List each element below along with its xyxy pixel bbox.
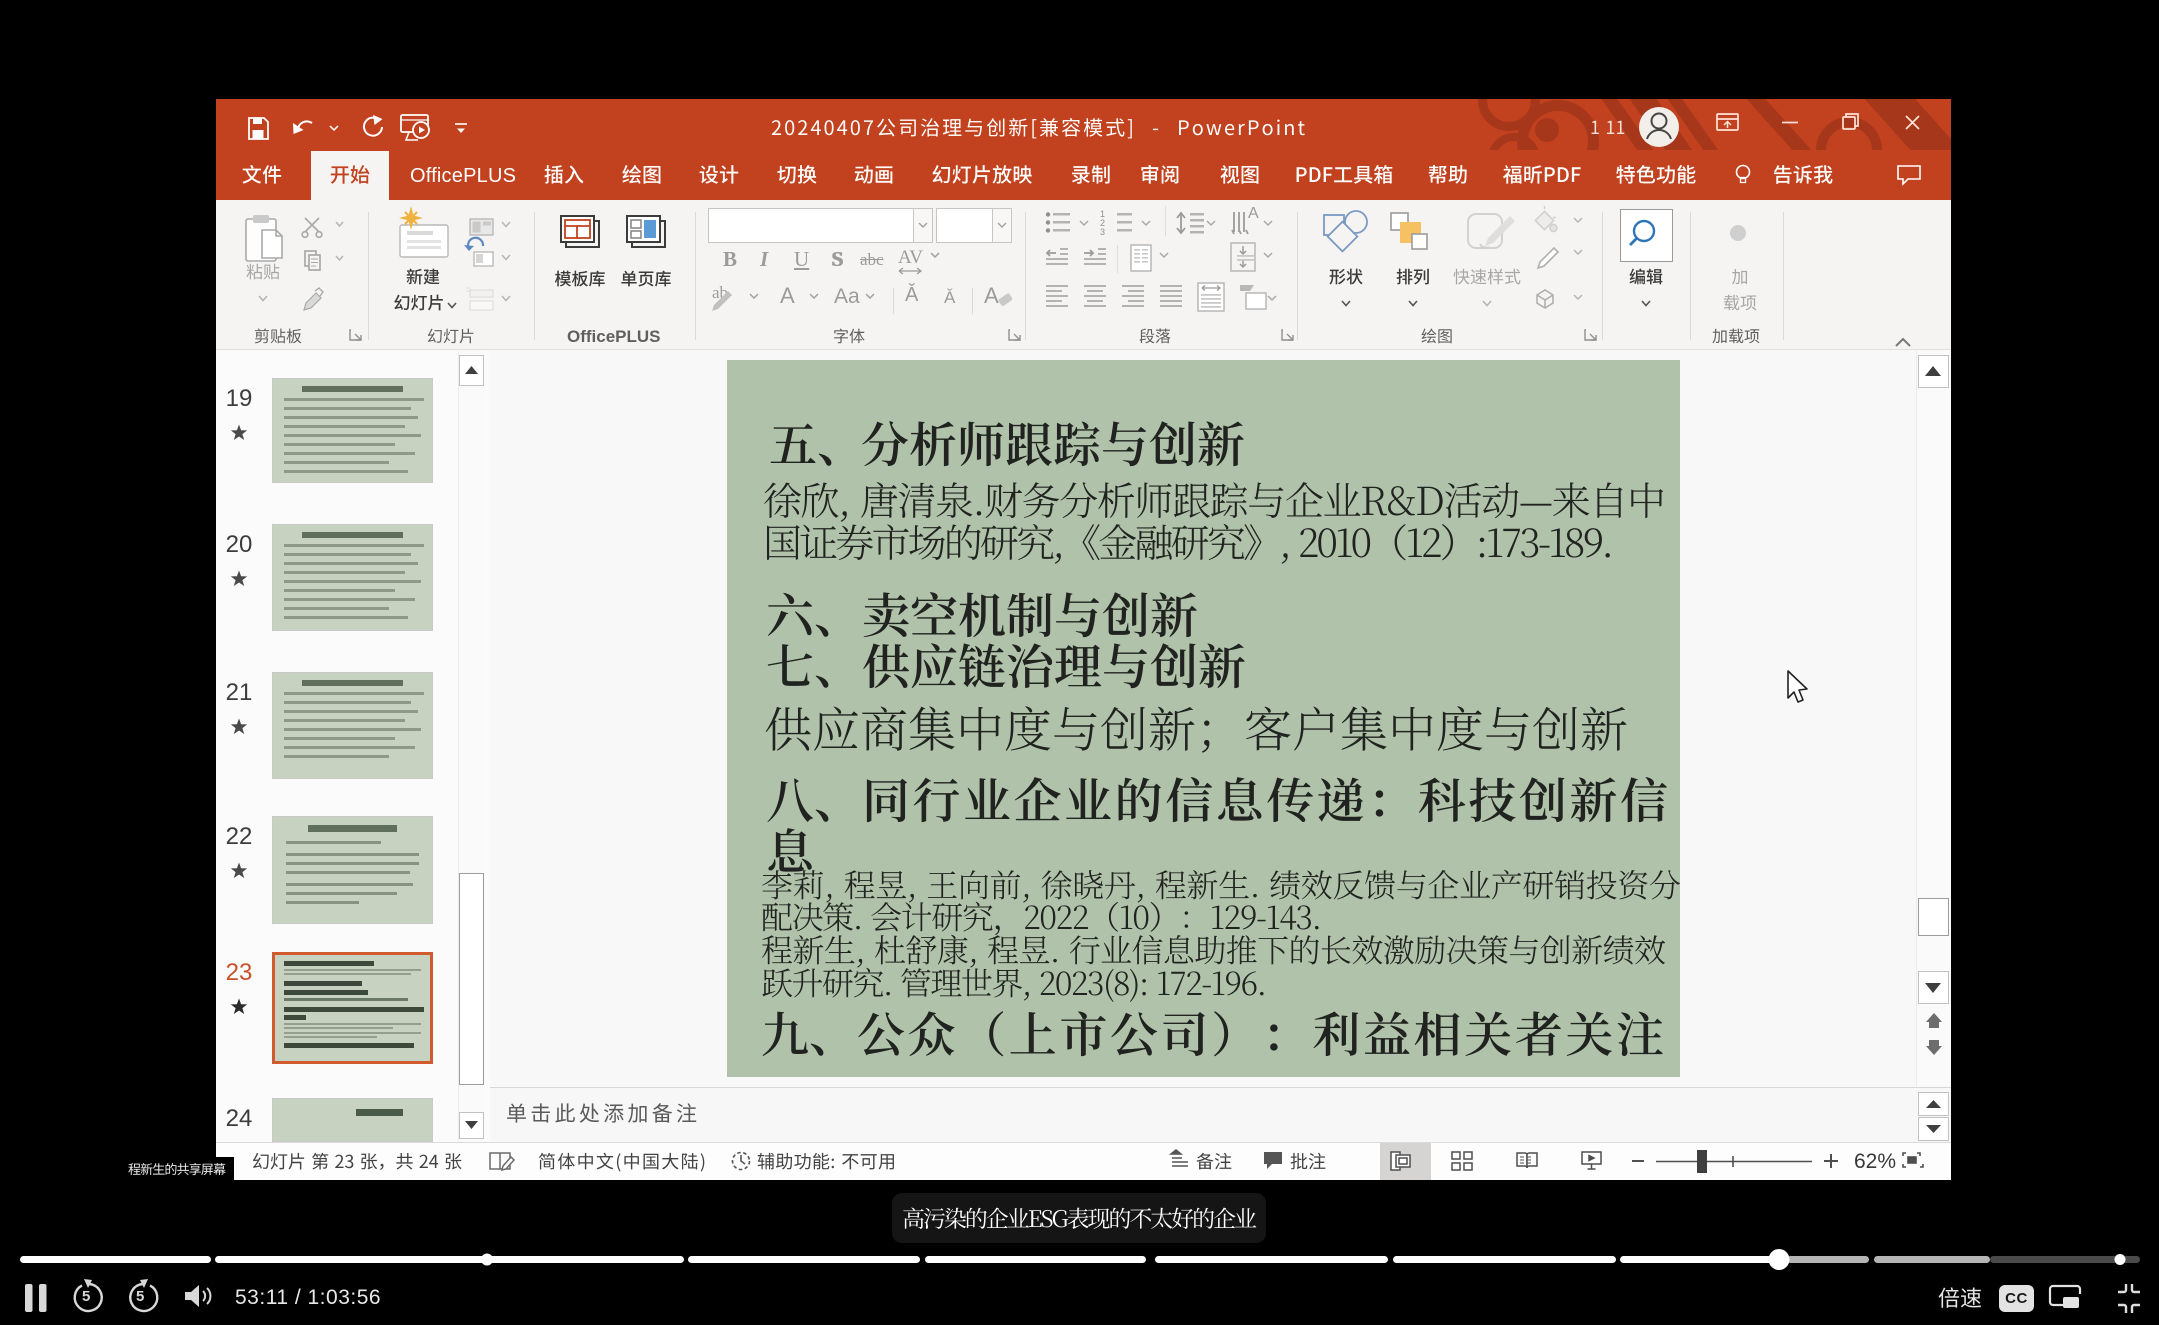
svg-text:3: 3 (1100, 227, 1105, 237)
